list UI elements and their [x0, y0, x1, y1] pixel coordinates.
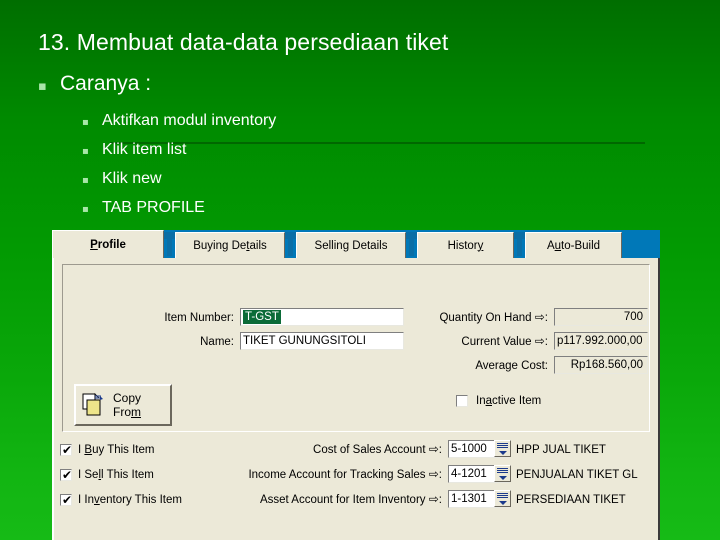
income-account-label: Income Account for Tracking Sales ⇨:: [248, 467, 442, 481]
lookup-triangle-icon: [499, 501, 507, 505]
current-value-label: Current Value ⇨:: [461, 334, 548, 348]
bullet-label: Caranya :: [60, 72, 152, 95]
copy-document-icon: [81, 392, 107, 418]
cost-of-sales-account-label: Cost of Sales Account ⇨:: [313, 442, 442, 456]
quantity-on-hand-label: Quantity On Hand ⇨:: [439, 310, 548, 324]
item-name-label: Name:: [200, 336, 234, 348]
copy-from-button[interactable]: Copy From: [74, 384, 172, 426]
inactive-item-checkbox[interactable]: [456, 395, 468, 407]
lookup-triangle-icon: [499, 451, 507, 455]
tab-selling-details-label: Selling Details: [314, 239, 388, 252]
quantity-on-hand-value-field: 700: [554, 308, 648, 326]
inactive-item-label: Inactive Item: [476, 395, 542, 407]
arrow-right-icon: ⇨: [534, 334, 545, 348]
item-number-input[interactable]: T-GST: [240, 308, 404, 326]
bullet-marker-icon: ▪: [82, 204, 89, 215]
bullet-label: Aktifkan modul inventory: [102, 112, 277, 129]
lookup-lines-icon: [497, 443, 508, 450]
average-cost-label: Average Cost:: [475, 360, 548, 372]
tab-history-label: History: [447, 239, 484, 252]
item-name-value: TIKET GUNUNGSITOLI: [243, 335, 366, 347]
tab-strip: Profile Buying Details Selling Details H…: [52, 230, 660, 258]
tab-buying-details-label: Buying Details: [193, 239, 267, 252]
decorative-rule: [110, 142, 645, 144]
account-lookup-icon[interactable]: [494, 490, 511, 507]
bullet-label: Klik new: [102, 170, 162, 187]
inventory-this-item-checkbox[interactable]: ✔: [60, 493, 73, 507]
tab-buying-details[interactable]: Buying Details: [175, 232, 285, 258]
check-mark-icon: ✔: [62, 443, 73, 457]
tab-notch-icon: [164, 232, 175, 256]
quantity-on-hand-value: 700: [623, 311, 643, 323]
bullet-item-aktifkan-modul-inventory: ▪ Aktifkan modul inventory: [82, 112, 276, 130]
cost-of-sales-account-code: 5-1000: [451, 443, 487, 455]
current-value-value: p117.992.000,00: [557, 335, 643, 347]
item-information-dialog: Profile Buying Details Selling Details H…: [52, 230, 660, 540]
income-account-code: 4-1201: [451, 468, 487, 480]
average-cost-value: Rp168.560,00: [570, 359, 643, 371]
presentation-slide: 13. Membuat data-data persediaan tiket ▪…: [0, 0, 720, 540]
arrow-right-icon: ⇨: [428, 492, 439, 506]
item-number-value: T-GST: [243, 310, 281, 324]
tab-profile-label: Profile: [90, 238, 126, 251]
buy-this-item-checkbox[interactable]: ✔: [60, 443, 73, 457]
tab-notch-icon: [285, 232, 296, 256]
current-value-value-field: p117.992.000,00: [554, 332, 648, 350]
buy-this-item-label: I Buy This Item: [78, 444, 155, 456]
account-lookup-icon[interactable]: [494, 440, 511, 457]
copy-from-label: Copy From: [113, 391, 142, 419]
bullet-item-caranya: ▪ Caranya :: [38, 72, 151, 96]
bullet-marker-icon: ▪: [38, 79, 47, 94]
account-lookup-icon[interactable]: [494, 465, 511, 482]
lookup-lines-icon: [497, 468, 508, 475]
tab-profile[interactable]: Profile: [52, 230, 164, 258]
bullet-marker-icon: ▪: [82, 117, 89, 128]
lookup-lines-icon: [497, 493, 508, 500]
cost-of-sales-account-description: HPP JUAL TIKET: [516, 444, 606, 456]
tab-auto-build-label: Auto-Build: [546, 239, 601, 252]
bullet-label: Klik item list: [102, 141, 187, 158]
tab-history[interactable]: History: [417, 232, 514, 258]
average-cost-value-field: Rp168.560,00: [554, 356, 648, 374]
bullet-marker-icon: ▪: [82, 175, 89, 186]
tab-selling-details[interactable]: Selling Details: [296, 232, 406, 258]
check-mark-icon: ✔: [62, 468, 73, 482]
arrow-right-icon: ⇨: [534, 310, 545, 324]
tab-notch-icon: [514, 232, 525, 256]
bullet-item-tab-profile: ▪ TAB PROFILE: [82, 199, 205, 217]
sell-this-item-checkbox[interactable]: ✔: [60, 468, 73, 482]
lookup-triangle-icon: [499, 476, 507, 480]
item-name-input[interactable]: TIKET GUNUNGSITOLI: [240, 332, 404, 350]
income-account-description: PENJUALAN TIKET GL: [516, 469, 638, 481]
bullet-label: TAB PROFILE: [102, 199, 205, 216]
page-title: 13. Membuat data-data persediaan tiket: [38, 29, 449, 55]
arrow-right-icon: ⇨: [428, 442, 439, 456]
dialog-body: Item Number: T-GST Name: TIKET GUNUNGSIT…: [52, 258, 660, 540]
asset-account-description: PERSEDIAAN TIKET: [516, 494, 626, 506]
asset-account-label: Asset Account for Item Inventory ⇨:: [259, 492, 442, 506]
bullet-item-klik-item-list: ▪ Klik item list: [82, 141, 186, 159]
item-number-label: Item Number:: [164, 312, 234, 324]
bullet-item-klik-new: ▪ Klik new: [82, 170, 162, 188]
check-mark-icon: ✔: [62, 493, 73, 507]
sell-this-item-label: I Sell This Item: [78, 469, 154, 481]
bullet-marker-icon: ▪: [82, 146, 89, 157]
inventory-this-item-label: I Inventory This Item: [78, 494, 182, 506]
asset-account-code: 1-1301: [451, 493, 487, 505]
tab-auto-build[interactable]: Auto-Build: [525, 232, 622, 258]
arrow-right-icon: ⇨: [428, 467, 439, 481]
tab-notch-icon: [406, 232, 417, 256]
